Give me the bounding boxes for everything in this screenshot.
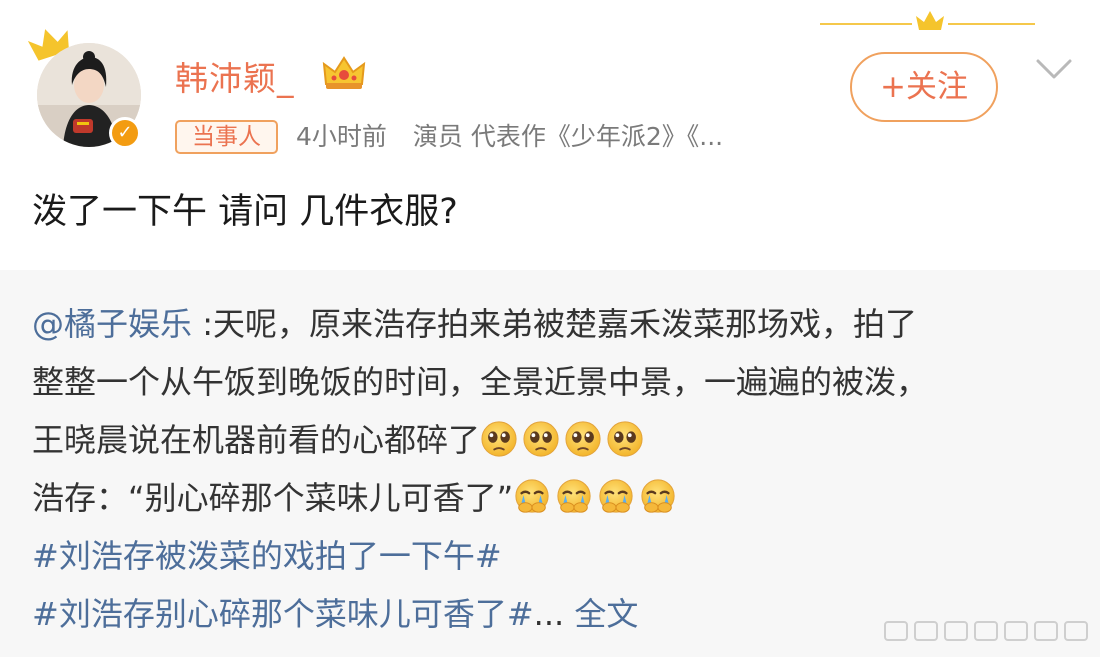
- post-time: 4小时前: [296, 122, 387, 151]
- crying-covering-mouth-emoji: [557, 479, 591, 513]
- watermark-logo: [884, 621, 1088, 641]
- teary-eyes-emoji: [481, 421, 517, 457]
- plus-icon: +: [880, 69, 906, 105]
- follow-button[interactable]: +关注: [850, 52, 998, 122]
- post-text: 泼了一下午 请问 几件衣服?: [32, 192, 458, 232]
- repost-line-1: @橘子娱乐 :天呢，原来浩存拍来弟被楚嘉禾泼菜那场戏，拍了: [32, 300, 917, 348]
- read-more-link[interactable]: 全文: [574, 595, 638, 633]
- teary-eyes-emoji: [565, 421, 601, 457]
- follow-label: 关注: [905, 69, 968, 105]
- crown-icon: [322, 56, 366, 89]
- ellipsis: ...: [533, 595, 565, 633]
- mention-link[interactable]: @橘子娱乐: [32, 305, 192, 343]
- hashtag-link[interactable]: #刘浩存别心碎那个菜味儿可香了#: [32, 595, 534, 633]
- repost-box[interactable]: @橘子娱乐 :天呢，原来浩存拍来弟被楚嘉禾泼菜那场戏，拍了 整整一个从午饭到晚饭…: [0, 270, 1100, 657]
- repost-line-5: #刘浩存被泼菜的戏拍了一下午#: [32, 532, 502, 580]
- post-meta: 4小时前 演员 代表作《少年派2》《...: [296, 118, 723, 156]
- header-crown-decoration: [820, 11, 1035, 30]
- verified-v-icon: ✓: [109, 117, 141, 149]
- repost-line-6: #刘浩存别心碎那个菜味儿可香了#... 全文: [32, 590, 638, 638]
- repost-line-3: 王晓晨说在机器前看的心都碎了: [32, 416, 648, 464]
- repost-line-2: 整整一个从午饭到晚饭的时间，全景近景中景，一遍遍的被泼，: [32, 363, 929, 401]
- weibo-post: ✓ 韩沛颖_ +关注 当事人 4小时前 演员 代表作《少年派2》《... 泼了一下…: [0, 0, 1100, 270]
- crying-covering-mouth-emoji: [515, 479, 549, 513]
- user-name[interactable]: 韩沛颖_: [175, 52, 295, 100]
- author-description: 演员 代表作《少年派2》《...: [412, 122, 724, 151]
- teary-eyes-emoji: [523, 421, 559, 457]
- hashtag-link[interactable]: #刘浩存被泼菜的戏拍了一下午#: [32, 537, 502, 575]
- party-tag-badge: 当事人: [175, 120, 278, 154]
- repost-text-3: 王晓晨说在机器前看的心都碎了: [32, 421, 481, 459]
- chevron-down-icon[interactable]: [1034, 57, 1074, 81]
- crying-covering-mouth-emoji: [599, 479, 633, 513]
- repost-text-1: :天呢，原来浩存拍来弟被楚嘉禾泼菜那场戏，拍了: [192, 305, 917, 343]
- repost-text-4: 浩存：“别心碎那个菜味儿可香了”: [32, 479, 514, 517]
- repost-line-4: 浩存：“别心碎那个菜味儿可香了”: [32, 474, 681, 522]
- crying-covering-mouth-emoji: [641, 479, 675, 513]
- teary-eyes-emoji: [607, 421, 643, 457]
